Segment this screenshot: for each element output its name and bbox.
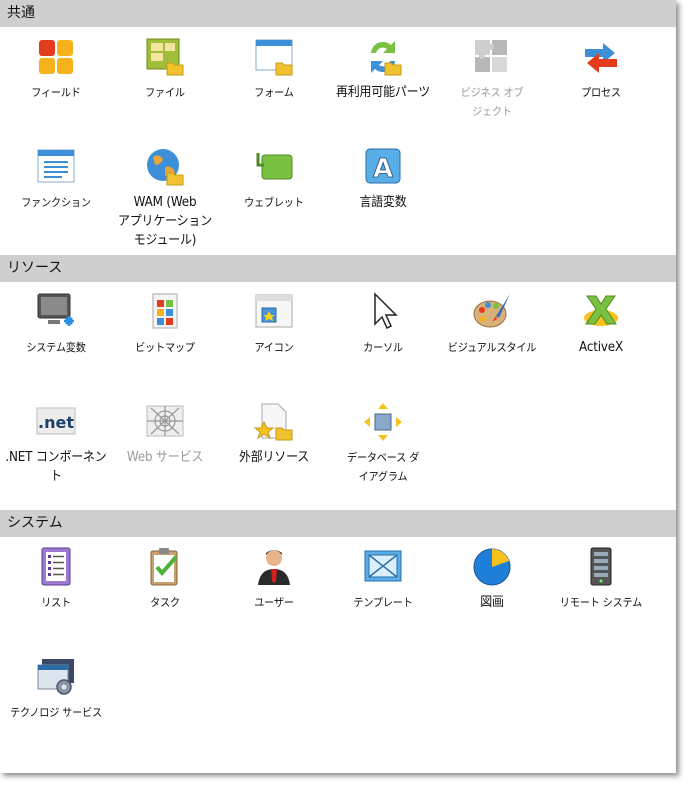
- item-form[interactable]: フォーム: [218, 37, 330, 102]
- item-icon-resource[interactable]: アイコン: [218, 292, 330, 357]
- section-header-system: システム: [0, 510, 676, 537]
- item-label: リモート システム: [559, 596, 643, 609]
- system-variable-icon: [36, 292, 76, 332]
- language-variable-icon: A: [363, 147, 403, 187]
- item-label: ActiveX: [579, 340, 623, 355]
- item-label: フォーム: [254, 86, 294, 99]
- technology-service-icon: [36, 657, 76, 697]
- item-label: テクノロジ サービス: [10, 706, 102, 719]
- item-fields[interactable]: フィールド: [0, 37, 112, 102]
- item-label: システム変数: [26, 341, 86, 354]
- function-icon: [36, 147, 76, 187]
- web-service-icon: [145, 402, 185, 442]
- item-remote-system[interactable]: リモート システム: [545, 547, 657, 612]
- item-label: タスク: [150, 596, 180, 609]
- item-list[interactable]: リスト: [0, 547, 112, 612]
- cursor-icon: [363, 292, 403, 332]
- dotnet-icon: .net: [36, 402, 76, 442]
- item-label: データベース ダ イアグラム: [346, 451, 420, 483]
- item-label: 言語変数: [359, 195, 407, 210]
- database-diagram-icon: [363, 402, 403, 442]
- item-label: テンプレート: [353, 596, 413, 609]
- item-dotnet[interactable]: .net .NET コンポーネント: [0, 402, 112, 486]
- process-icon: [581, 37, 621, 77]
- item-function[interactable]: ファンクション: [0, 147, 112, 212]
- wam-icon: [145, 147, 185, 187]
- item-reusable-parts[interactable]: 再利用可能パーツ: [327, 37, 439, 102]
- item-language-variable[interactable]: A 言語変数: [327, 147, 439, 212]
- business-object-icon: [472, 37, 512, 77]
- fields-icon: [36, 37, 76, 77]
- item-drawing[interactable]: 図画: [436, 547, 548, 612]
- section-header-common: 共通: [0, 0, 676, 27]
- item-business-object: ビジネス オブ ジェクト: [436, 37, 548, 121]
- reusable-parts-icon: [363, 37, 403, 77]
- item-technology-service[interactable]: テクノロジ サービス: [0, 657, 112, 722]
- item-label: リスト: [41, 596, 71, 609]
- task-icon: [145, 547, 185, 587]
- weblet-icon: [254, 147, 294, 187]
- item-label: ウェブレット: [244, 196, 304, 209]
- item-template[interactable]: テンプレート: [327, 547, 439, 612]
- item-user[interactable]: ユーザー: [218, 547, 330, 612]
- item-label: WAM (Web アプリケーション モジュール): [118, 195, 212, 248]
- svg-text:.net: .net: [38, 413, 74, 432]
- item-label: カーソル: [363, 341, 403, 354]
- drawing-icon: [472, 547, 512, 587]
- item-label: .NET コンポーネント: [5, 450, 107, 484]
- item-label: ユーザー: [254, 596, 294, 609]
- item-task[interactable]: タスク: [109, 547, 221, 612]
- item-activex[interactable]: ActiveX: [545, 292, 657, 357]
- item-label: プロセス: [581, 86, 621, 99]
- item-database-diagram[interactable]: データベース ダ イアグラム: [327, 402, 439, 486]
- item-label: ビジュアルスタイル: [447, 341, 537, 354]
- item-process[interactable]: プロセス: [545, 37, 657, 102]
- form-icon: [254, 37, 294, 77]
- item-web-service: Web サービス: [109, 402, 221, 467]
- item-system-variable[interactable]: システム変数: [0, 292, 112, 357]
- item-label: アイコン: [254, 341, 294, 354]
- item-label: ビジネス オブ ジェクト: [460, 86, 524, 118]
- template-icon: [363, 547, 403, 587]
- item-weblet[interactable]: ウェブレット: [218, 147, 330, 212]
- svg-text:A: A: [373, 154, 393, 184]
- remote-system-icon: [581, 547, 621, 587]
- item-label: Web サービス: [126, 450, 204, 465]
- item-label: 外部リソース: [238, 450, 310, 465]
- item-file[interactable]: ファイル: [109, 37, 221, 102]
- item-label: ファンクション: [21, 196, 91, 209]
- item-label: ビットマップ: [135, 341, 195, 354]
- item-label: 図画: [480, 595, 504, 610]
- item-visual-style[interactable]: ビジュアルスタイル: [436, 292, 548, 357]
- item-wam[interactable]: WAM (Web アプリケーション モジュール): [109, 147, 221, 250]
- visual-style-icon: [472, 292, 512, 332]
- item-cursor[interactable]: カーソル: [327, 292, 439, 357]
- list-icon: [36, 547, 76, 587]
- bitmap-icon: [145, 292, 185, 332]
- item-label: ファイル: [145, 86, 185, 99]
- section-header-resources: リソース: [0, 255, 676, 282]
- item-external-resource[interactable]: 外部リソース: [218, 402, 330, 467]
- item-bitmap[interactable]: ビットマップ: [109, 292, 221, 357]
- item-label: フィールド: [31, 86, 81, 99]
- activex-icon: [581, 292, 621, 332]
- item-label: 再利用可能パーツ: [336, 85, 430, 100]
- icon-resource-icon: [254, 292, 294, 332]
- user-icon: [254, 547, 294, 587]
- external-resource-icon: [254, 402, 294, 442]
- file-icon: [145, 37, 185, 77]
- object-type-panel: 共通 フィールド ファイル フォーム 再利用可能パーツ ビジネス オブ ジェクト: [0, 0, 676, 773]
